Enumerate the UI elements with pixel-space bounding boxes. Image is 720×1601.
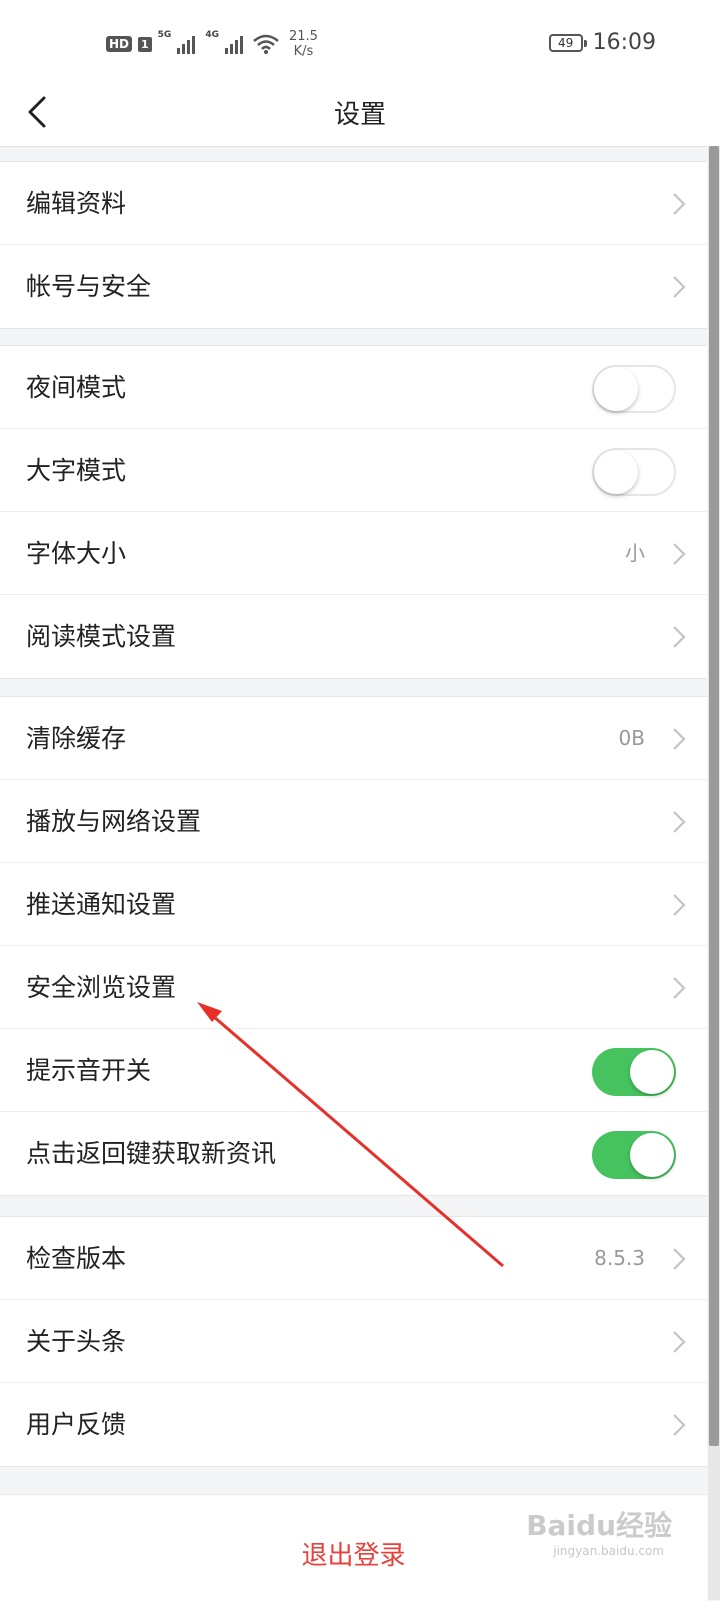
battery-icon: 49 [548, 33, 587, 52]
signal-icon [224, 36, 243, 54]
chevron-right-icon [673, 1331, 686, 1353]
chevron-right-icon [673, 276, 686, 298]
settings-row-safe-browsing[interactable]: 安全浏览设置 [0, 946, 707, 1029]
row-label: 用户反馈 [26, 1410, 127, 1439]
row-label: 夜间模式 [26, 373, 127, 402]
status-bar: HD 1 5G 4G 21.5 K/s 49 16:09 [0, 0, 720, 90]
settings-row-clear-cache[interactable]: 清除缓存 0B [0, 697, 707, 780]
chevron-right-icon [673, 1248, 686, 1270]
chevron-right-icon [673, 894, 686, 916]
settings-group-general: 清除缓存 0B 播放与网络设置 推送通知设置 安全浏览设置 提示音开关 点击返回… [0, 696, 707, 1196]
settings-row-reading-mode[interactable]: 阅读模式设置 [0, 595, 707, 678]
settings-group-profile: 编辑资料 帐号与安全 [0, 161, 707, 329]
chevron-right-icon [673, 626, 686, 648]
hd-badge: HD [106, 36, 133, 52]
settings-row-night-mode[interactable]: 夜间模式 [0, 346, 707, 429]
watermark-url: jingyan.baidu.com [553, 1544, 664, 1558]
network-type-5g: 5G [157, 30, 172, 40]
row-label: 点击返回键获取新资讯 [26, 1139, 277, 1168]
chevron-right-icon [673, 193, 686, 215]
row-label: 关于头条 [26, 1327, 127, 1356]
row-label: 字体大小 [26, 539, 127, 568]
chevron-right-icon [673, 811, 686, 833]
chevron-right-icon [673, 728, 686, 750]
settings-row-back-refresh[interactable]: 点击返回键获取新资讯 [0, 1112, 707, 1195]
page-title: 设置 [333, 100, 386, 130]
watermark-logo: Baidu经验 [526, 1509, 672, 1542]
clock: 16:09 [592, 30, 656, 55]
signal-icon [177, 36, 196, 54]
large-text-toggle[interactable] [592, 448, 676, 496]
night-mode-toggle[interactable] [592, 365, 676, 413]
scrollbar-thumb[interactable] [709, 146, 719, 1446]
version-value: 8.5.3 [594, 1246, 645, 1270]
settings-row-edit-profile[interactable]: 编辑资料 [0, 162, 707, 245]
toggle-knob [630, 1133, 674, 1177]
row-label: 提示音开关 [26, 1056, 152, 1085]
chevron-right-icon [673, 977, 686, 999]
network-type-4g: 4G [205, 30, 219, 40]
cache-size-value: 0B [618, 726, 645, 750]
settings-row-large-text-mode[interactable]: 大字模式 [0, 429, 707, 512]
sim-badge: 1 [138, 36, 152, 52]
toggle-knob [630, 1050, 674, 1094]
font-size-value: 小 [625, 541, 645, 565]
network-speed: 21.5 K/s [289, 29, 318, 59]
row-label: 安全浏览设置 [26, 973, 177, 1002]
row-label: 检查版本 [26, 1244, 127, 1273]
row-label: 帐号与安全 [26, 272, 152, 301]
chevron-right-icon [673, 543, 686, 565]
notification-sound-toggle[interactable] [592, 1048, 676, 1096]
wifi-icon [253, 34, 279, 54]
back-refresh-toggle[interactable] [592, 1131, 676, 1179]
settings-row-font-size[interactable]: 字体大小 小 [0, 512, 707, 595]
chevron-right-icon [673, 1414, 686, 1436]
settings-group-display: 夜间模式 大字模式 字体大小 小 阅读模式设置 [0, 345, 707, 679]
row-label: 清除缓存 [26, 724, 127, 753]
status-right: 49 16:09 [548, 30, 656, 55]
toggle-knob [594, 450, 638, 494]
settings-row-feedback[interactable]: 用户反馈 [0, 1383, 707, 1466]
settings-row-about[interactable]: 关于头条 [0, 1300, 707, 1383]
speed-value: 21.5 [288, 29, 318, 44]
scrollbar[interactable] [708, 146, 720, 1600]
speed-unit: K/s [293, 44, 314, 59]
settings-row-push-notification[interactable]: 推送通知设置 [0, 863, 707, 946]
status-left: HD 1 5G 4G 21.5 K/s [106, 28, 318, 60]
settings-row-account-security[interactable]: 帐号与安全 [0, 245, 707, 328]
row-label: 编辑资料 [26, 189, 127, 218]
row-label: 推送通知设置 [26, 890, 177, 919]
toggle-knob [594, 367, 638, 411]
nav-bar: 设置 [0, 78, 720, 147]
settings-row-playback-network[interactable]: 播放与网络设置 [0, 780, 707, 863]
row-label: 阅读模式设置 [26, 622, 177, 651]
settings-row-check-version[interactable]: 检查版本 8.5.3 [0, 1217, 707, 1300]
row-label: 大字模式 [26, 456, 127, 485]
row-label: 播放与网络设置 [26, 807, 202, 836]
settings-group-about: 检查版本 8.5.3 关于头条 用户反馈 [0, 1216, 707, 1467]
settings-row-notification-sound[interactable]: 提示音开关 [0, 1029, 707, 1112]
